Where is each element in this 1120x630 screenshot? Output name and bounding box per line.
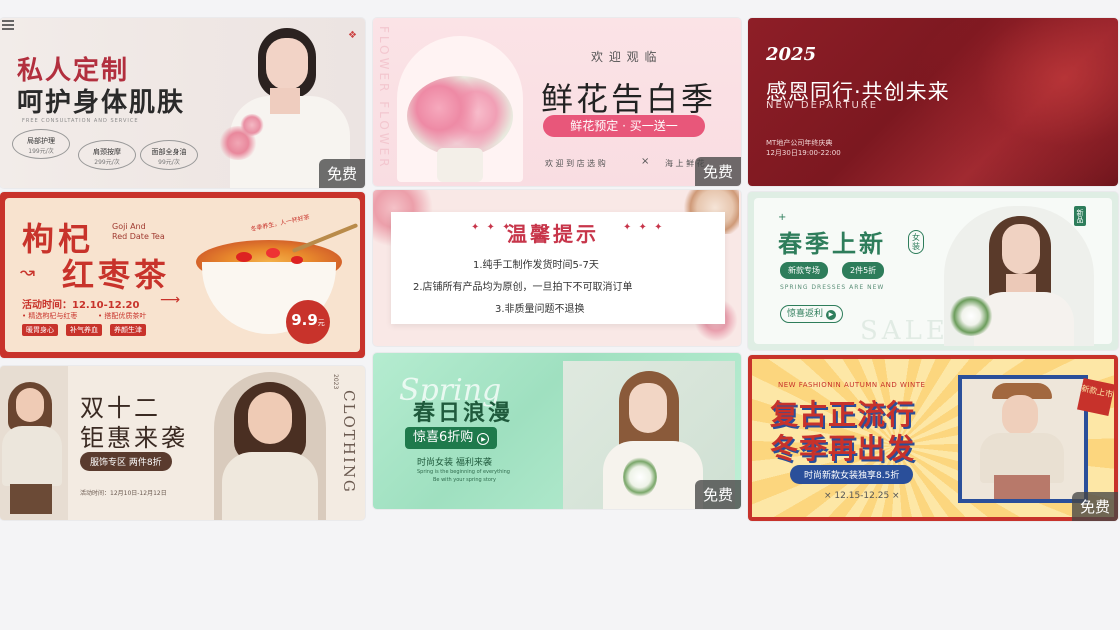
tag-pill: 暖胃身心 bbox=[22, 324, 58, 336]
template-grid: 私人定制 呵护身体肌肤 FREE CONSULTATION AND SERVIC… bbox=[0, 0, 1120, 630]
card-subtitle: FREE CONSULTATION AND SERVICE bbox=[22, 118, 139, 124]
tag-pill: 服饰专区 两件8折 bbox=[80, 452, 172, 471]
template-card-spring-romance[interactable]: Spring 春日浪漫 惊喜6折购 ▶ 时尚女装 福利来袭 Spring is … bbox=[373, 353, 741, 509]
top-english-text: NEW FASHIONIN AUTUMN AND WINTE bbox=[778, 381, 926, 389]
card-subtitle: 时尚女装 福利来袭 bbox=[417, 458, 492, 468]
model-photo bbox=[958, 375, 1088, 503]
rebate-button-label: 惊喜返利 bbox=[787, 309, 824, 319]
sparkle-icon: + bbox=[778, 212, 787, 223]
english-tagline: SPRING DRESSES ARE NEW bbox=[780, 284, 885, 291]
arrow-right-icon: ⟶ bbox=[160, 292, 181, 308]
footer-left-text: 欢 迎 到 店 选 购 bbox=[545, 159, 606, 168]
template-card-tea[interactable]: 枸杞 ↝ 红枣茶 Goji And Red Date Tea 冬季养生，人一杯好… bbox=[0, 192, 365, 358]
bullet-1: • 精选枸杞与红枣 bbox=[22, 312, 78, 320]
bouquet-photo bbox=[397, 36, 523, 182]
play-icon: ▶ bbox=[825, 310, 836, 320]
discount-button[interactable]: 惊喜6折购 ▶ bbox=[405, 427, 498, 449]
arrow-icon: ↝ bbox=[20, 262, 36, 283]
card-title: 春季上新 bbox=[778, 229, 886, 258]
service-badge-price: 199元/次 bbox=[28, 148, 54, 155]
service-badge-name: 肩颈按摩 bbox=[93, 148, 121, 156]
card-title: 春日浪漫 bbox=[413, 400, 514, 426]
english-name-text: Goji And Red Date Tea bbox=[112, 222, 165, 241]
price-unit: 元 bbox=[317, 319, 325, 327]
event-date: × 12.15-12.25 × bbox=[824, 491, 900, 501]
welcome-text: 欢 迎 观 临 bbox=[591, 50, 658, 64]
service-badge-name: 面部全身油 bbox=[151, 148, 187, 156]
service-badge: 肩颈按摩 299元/次 bbox=[78, 140, 136, 170]
discount-pill: 时尚新款女装独享8.5折 bbox=[790, 465, 914, 484]
card-title-line2: 呵护身体肌肤 bbox=[17, 88, 186, 118]
free-badge: 免费 bbox=[1071, 492, 1118, 521]
service-badge: 局部护理 199元/次 bbox=[12, 129, 70, 159]
discount-button-label: 惊喜6折购 bbox=[413, 430, 474, 445]
small-text-1: Spring is the beginning of everything bbox=[417, 469, 510, 475]
year-vertical: 2023 bbox=[332, 374, 339, 390]
free-badge: 免费 bbox=[318, 159, 365, 188]
rebate-button[interactable]: 惊喜返利 ▶ bbox=[780, 305, 843, 323]
template-card-retro[interactable]: NEW FASHIONIN AUTUMN AND WINTE 复古正流行 冬季再… bbox=[748, 355, 1118, 521]
free-badge: 免费 bbox=[694, 480, 741, 509]
sale-watermark: SALE bbox=[860, 316, 949, 346]
card-title-line2: 钜惠来袭 bbox=[80, 424, 188, 452]
flower-icon bbox=[948, 296, 994, 336]
promo-pill: 鲜花预定 · 买一送一 bbox=[543, 115, 705, 137]
service-badge-name: 局部护理 bbox=[27, 137, 55, 145]
corner-badge: 新品 bbox=[1074, 206, 1086, 226]
decor-flag-icon: ❖ bbox=[348, 30, 357, 41]
menu-icon[interactable] bbox=[2, 20, 14, 30]
tag-pill: 养颜生津 bbox=[110, 324, 146, 336]
card-subtitle: NEW DEPARTURE bbox=[766, 100, 879, 111]
corner-badge: 新款上市 bbox=[1077, 378, 1115, 416]
activity-time: 活动时间：12.10-12.20 bbox=[22, 300, 140, 311]
free-badge: 免费 bbox=[694, 157, 741, 186]
english-name: Goji And Red Date Tea bbox=[112, 222, 165, 242]
bullet-2: • 搭配优质茶叶 bbox=[98, 312, 147, 320]
footer-divider: × bbox=[641, 156, 650, 167]
card-title-line2: 红枣茶 bbox=[62, 256, 171, 294]
template-card-flowers[interactable]: FLOWER FLOWER 欢 迎 观 临 鲜花告白季 鲜花预定 · 买一送一 … bbox=[373, 18, 741, 186]
notice-title-decor-right: ✦ ✦ ✦ bbox=[623, 222, 665, 233]
model-photo-left bbox=[0, 366, 68, 520]
tag-new-arrival: 新款专场 bbox=[780, 262, 828, 279]
service-badge-price: 299元/次 bbox=[94, 159, 120, 166]
service-badge-price: 99元/次 bbox=[158, 159, 180, 166]
card-title-line2: 冬季再出发 bbox=[770, 432, 916, 465]
notice-line-3: 3.非质量问题不退换 bbox=[495, 304, 585, 315]
year-text: 2025 bbox=[766, 44, 817, 65]
card-title: 鲜花告白季 bbox=[541, 80, 717, 118]
template-card-notice[interactable]: ✦ ✦ ✦ 温馨提示 ✦ ✦ ✦ 1.纯手工制作发货时间5-7天 2.店铺所有产… bbox=[373, 190, 741, 346]
tag-discount: 2件5折 bbox=[842, 262, 885, 279]
template-card-double12[interactable]: 双十二 钜惠来袭 服饰专区 两件8折 活动时间：12月10日-12月12日 20… bbox=[0, 366, 365, 520]
template-card-skincare[interactable]: 私人定制 呵护身体肌肤 FREE CONSULTATION AND SERVIC… bbox=[0, 18, 365, 188]
notice-line-1: 1.纯手工制作发货时间5-7天 bbox=[473, 260, 599, 271]
tag-pill: 补气养血 bbox=[66, 324, 102, 336]
time-text: 12月30日19:00-22:00 bbox=[766, 149, 841, 157]
notice-line-2: 2.店铺所有产品均为原创，一旦拍下不可取消订单 bbox=[413, 282, 633, 293]
play-icon: ▶ bbox=[477, 433, 490, 445]
template-card-spring-new[interactable]: + 春季上新 女装 新款专场 2件5折 SPRING DRESSES ARE N… bbox=[748, 192, 1118, 350]
price-value: 9.9 bbox=[291, 311, 318, 329]
vertical-text: FLOWER FLOWER bbox=[377, 26, 391, 170]
card-title: 温馨提示 bbox=[507, 222, 599, 246]
template-card-anniversary[interactable]: 2025 感恩同行·共创未来 NEW DEPARTURE MT地产公司年终庆典 … bbox=[748, 18, 1118, 186]
activity-time: 活动时间：12月10日-12月12日 bbox=[80, 490, 167, 497]
vertical-text: CLOTHING bbox=[340, 390, 358, 494]
company-text: MT地产公司年终庆典 bbox=[766, 139, 833, 147]
price-badge: 9.9元 bbox=[286, 300, 330, 344]
title-badge: 女装 bbox=[908, 230, 924, 254]
service-badge: 面部全身油 99元/次 bbox=[140, 140, 198, 170]
model-photo-right bbox=[214, 372, 326, 520]
small-text-2: Be with your spring story bbox=[433, 477, 496, 483]
